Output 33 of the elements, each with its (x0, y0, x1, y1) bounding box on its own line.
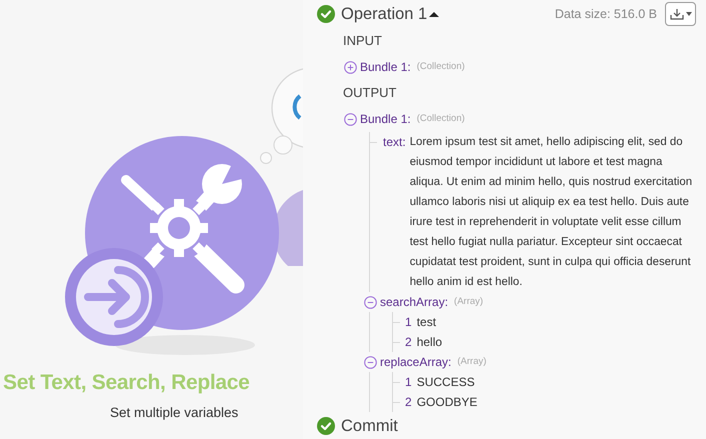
field-key[interactable]: searchArray: (380, 293, 448, 311)
bundle-label[interactable]: Bundle 1: (360, 110, 411, 128)
item-value: SUCCESS (416, 374, 475, 391)
item-value: hello (416, 334, 442, 351)
section-heading: OUTPUT (342, 84, 398, 102)
download-button[interactable] (665, 2, 696, 26)
caret-down-icon (686, 12, 692, 16)
operation-title[interactable]: Operation 1 (341, 2, 428, 26)
item-index: 1 (405, 314, 412, 331)
field-key[interactable]: replaceArray: (380, 353, 452, 371)
collapse-icon[interactable] (364, 296, 377, 308)
operation-title[interactable]: Commit (341, 414, 398, 438)
type-label: (Array) (457, 354, 486, 369)
type-label: (Array) (454, 294, 484, 309)
collapse-icon[interactable] (364, 356, 377, 368)
caret-up-icon[interactable] (427, 9, 442, 19)
item-value: GOODBYE (416, 394, 478, 411)
type-label: (Collection) (416, 60, 465, 74)
collapse-icon[interactable] (344, 112, 357, 126)
module-title: Set Text, Search, Replace (3, 370, 250, 396)
item-value: test (416, 314, 436, 331)
item-index: 1 (405, 374, 412, 391)
section-heading: INPUT (342, 32, 383, 50)
expand-icon[interactable] (344, 60, 357, 74)
field-value: Lorem ipsum test sit amet, hello adipiscing elit, sed do eiusmod tempor incididunt ut labore et test magna aliqua. Ut enim ad minim hello, quis nostrud exercitation ullamco laboris nisi ut aliquip ex ea test hello. Duis aute irure test in reprehenderit in voluptate velit esse cillum test hello fugiat nulla pariatur. Excepteur sint occaecat cupidatat test proident, sunt in culpa qui officia deserunt hello anim id est hello. (410, 135, 694, 290)
field-key: text: (383, 132, 406, 292)
item-index: 2 (405, 334, 412, 351)
type-label: (Collection) (416, 112, 465, 126)
bundle-label[interactable]: Bundle 1: (360, 58, 411, 76)
module-subtitle: Set multiple variables (110, 404, 238, 422)
download-icon (670, 8, 684, 20)
item-index: 2 (405, 394, 412, 411)
data-size-label: Data size: 516.0 B (554, 6, 657, 23)
